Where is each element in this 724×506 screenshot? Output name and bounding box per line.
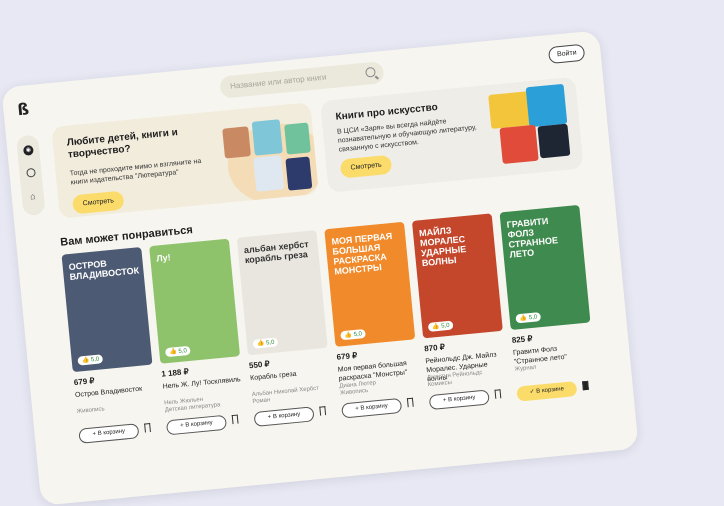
rating-badge: 👍 5,0	[252, 337, 279, 349]
rating-value: 5,0	[90, 356, 100, 364]
rating-badge: 👍 5,0	[77, 354, 104, 366]
search-input[interactable]: Название или автор книги	[219, 61, 385, 99]
app-window: ß Название или автор книги Войти ◉ ⌂ Люб…	[1, 30, 639, 506]
bookmark-icon[interactable]	[582, 380, 589, 391]
book-cover[interactable]: МАЙЛЗ МОРАЛЕС УДАРНЫЕ ВОЛНЫ 👍 5,0	[411, 213, 503, 339]
add-to-cart-button[interactable]: + В корзину	[428, 389, 490, 411]
rating-value: 5,0	[265, 339, 275, 347]
add-to-cart-button[interactable]: + В корзину	[78, 423, 140, 444]
book-card[interactable]: МАЙЛЗ МОРАЛЕС УДАРНЫЕ ВОЛНЫ 👍 5,0 870 ₽ …	[411, 213, 510, 411]
basket-icon[interactable]: ⌂	[27, 191, 38, 202]
rating-value: 5,0	[178, 348, 188, 355]
add-to-cart-button[interactable]: + В корзину	[341, 397, 403, 419]
book-cover[interactable]: МОЯ ПЕРВАЯ БОЛЬШАЯ РАСКРАСКА МОНСТРЫ 👍 5…	[324, 221, 416, 347]
book-cover[interactable]: ОСТРОВ ВЛАДИВОСТОК 👍 5,0	[61, 247, 153, 373]
book-card[interactable]: ОСТРОВ ВЛАДИВОСТОК 👍 5,0 679 ₽ Остров Вл…	[61, 247, 160, 444]
rating-badge: 👍 5,0	[427, 320, 454, 332]
cover-title: МОЯ ПЕРВАЯ БОЛЬШАЯ РАСКРАСКА МОНСТРЫ	[331, 230, 393, 277]
search-placeholder: Название или автор книги	[229, 72, 327, 91]
book-card[interactable]: альбан хербст корабль греза 👍 5,0 550 ₽ …	[236, 230, 335, 427]
book-card[interactable]: ГРАВИТИ ФОЛЗ СТРАННОЕ ЛЕТО 👍 5,0 825 ₽ Г…	[499, 204, 598, 402]
book-thumbnail	[488, 91, 532, 129]
book-thumbnail	[525, 83, 568, 128]
book-thumbnail	[499, 124, 539, 164]
book-thumbnail	[284, 122, 311, 155]
banner-watch-button[interactable]: Смотреть	[71, 190, 125, 215]
cover-title: МАЙЛЗ МОРАЛЕС УДАРНЫЕ ВОЛНЫ	[418, 225, 467, 269]
ball-icon[interactable]	[25, 167, 36, 178]
book-cover[interactable]: ГРАВИТИ ФОЛЗ СТРАННОЕ ЛЕТО 👍 5,0	[499, 204, 591, 330]
promo-banner-art[interactable]: Книги про искусство В ЦСИ «Заря» вы всег…	[320, 76, 584, 193]
compass-icon[interactable]: ◉	[22, 144, 34, 156]
logo-icon[interactable]: ß	[17, 99, 37, 119]
cover-title: Лу!	[155, 252, 172, 264]
rating-value: 5,0	[353, 331, 363, 339]
add-to-cart-button[interactable]: + В корзину	[165, 414, 228, 436]
banner-watch-button[interactable]: Смотреть	[339, 154, 393, 179]
book-thumbnail	[285, 156, 313, 191]
book-thumbnail	[537, 123, 571, 159]
bookmark-icon[interactable]	[406, 397, 414, 408]
book-cover[interactable]: альбан хербст корабль греза 👍 5,0	[236, 230, 328, 356]
bookmark-icon[interactable]	[494, 389, 502, 399]
book-thumbnail	[253, 155, 285, 192]
in-cart-button[interactable]: ✓ В корзине	[516, 380, 578, 402]
promo-banner-kids[interactable]: Любите детей, книги и творчество? Тогда …	[51, 102, 319, 219]
login-button[interactable]: Войти	[548, 43, 586, 65]
cover-title: ГРАВИТИ ФОЛЗ СТРАННОЕ ЛЕТО	[506, 215, 559, 260]
book-card[interactable]: Лу! 👍 5,0 1 188 ₽ Нель Ж. Лу! Тосклявиль…	[149, 238, 247, 436]
rating-badge: 👍 5,0	[164, 345, 192, 358]
sidebar: ◉ ⌂	[15, 134, 46, 217]
bookmark-icon[interactable]	[144, 423, 151, 433]
rating-badge: 👍 5,0	[515, 312, 542, 324]
banner-title: Любите детей, книги и творчество?	[66, 127, 179, 161]
banner-text: Тогда не проходите мимо и взгляните на к…	[69, 157, 202, 187]
rating-value: 5,0	[528, 314, 538, 322]
rating-badge: 👍 5,0	[340, 328, 367, 341]
book-thumbnail	[222, 126, 251, 159]
book-card[interactable]: МОЯ ПЕРВАЯ БОЛЬШАЯ РАСКРАСКА МОНСТРЫ 👍 5…	[324, 221, 422, 419]
cover-title: ОСТРОВ ВЛАДИВОСТОК	[68, 258, 140, 283]
rating-value: 5,0	[441, 322, 450, 330]
search-icon[interactable]	[365, 66, 376, 78]
book-cover[interactable]: Лу! 👍 5,0	[149, 238, 241, 364]
book-thumbnail	[251, 119, 283, 156]
bookmark-icon[interactable]	[231, 414, 239, 425]
bookmark-icon[interactable]	[319, 406, 327, 416]
cover-title: альбан хербст корабль греза	[243, 239, 310, 266]
add-to-cart-button[interactable]: + В корзину	[253, 406, 315, 427]
